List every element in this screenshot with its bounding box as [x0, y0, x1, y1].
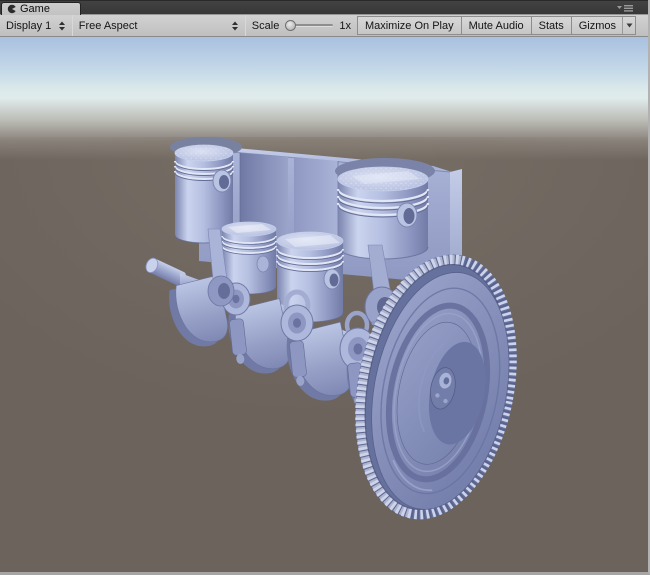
maximize-on-play-button[interactable]: Maximize On Play	[357, 16, 462, 35]
game-view-toolbar: Display 1 Free Aspect Scale 1x Maximize …	[0, 14, 648, 37]
game-viewport[interactable]	[0, 37, 648, 575]
main-journal	[281, 305, 313, 341]
stats-label: Stats	[539, 20, 564, 32]
scale-slider-knob[interactable]	[285, 20, 296, 31]
tab-game[interactable]: Game	[1, 2, 81, 15]
game-view-icon	[7, 4, 17, 14]
wrist-pin-boss	[257, 256, 269, 272]
scale-slider[interactable]	[285, 20, 333, 31]
maximize-on-play-label: Maximize On Play	[365, 20, 454, 32]
gizmos-label: Gizmos	[579, 20, 616, 32]
gizmos-dropdown-arrow[interactable]	[622, 17, 635, 34]
chevron-down-icon	[626, 23, 633, 28]
display-dropdown-label: Display 1	[6, 20, 51, 32]
wrist-pin-boss	[397, 203, 417, 227]
updown-arrows-icon	[58, 21, 66, 31]
tab-strip: Game	[0, 0, 648, 14]
display-dropdown[interactable]: Display 1	[0, 15, 72, 36]
scale-value: 1x	[339, 20, 351, 32]
scale-control: Scale 1x	[246, 15, 357, 36]
mute-audio-button[interactable]: Mute Audio	[461, 16, 532, 35]
gizmos-button[interactable]: Gizmos	[571, 16, 636, 35]
toolbar-button-group: Maximize On Play Mute Audio Stats Gizmos	[357, 16, 636, 35]
tab-label: Game	[20, 3, 50, 15]
unity-game-panel: Game Display 1 Free Aspect Scale	[0, 0, 650, 575]
scale-label: Scale	[252, 20, 280, 32]
wrist-pin-boss	[324, 269, 340, 289]
updown-arrows-icon	[231, 21, 239, 31]
engine-3d-render	[0, 37, 648, 575]
piston-4	[338, 167, 428, 259]
aspect-dropdown-label: Free Aspect	[79, 20, 138, 32]
wrist-pin-boss	[213, 170, 231, 192]
aspect-ratio-dropdown[interactable]: Free Aspect	[73, 15, 245, 36]
mute-audio-label: Mute Audio	[469, 20, 524, 32]
panel-menu-icon[interactable]	[616, 3, 634, 13]
stats-button[interactable]: Stats	[531, 16, 572, 35]
